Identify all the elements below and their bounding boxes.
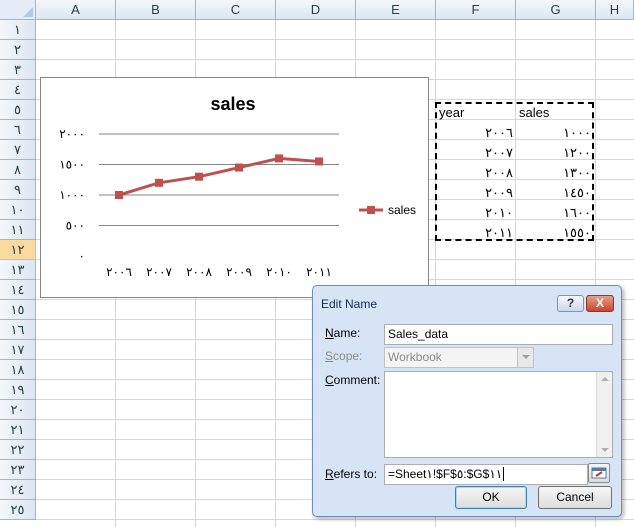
row-header-18[interactable]: ١٨ [0, 360, 36, 380]
collapse-dialog-icon [591, 467, 607, 479]
close-button[interactable]: X [586, 295, 614, 312]
spreadsheet: ABCDEFGH ١ ٢ ٣ ٤ ٥ ٦ ٧ ٨ ٩ ١٠ ١١ ١٢ ١٣ ١٤ ١٥ ١٦ ١٧ ١٨ ١٩ ٢٠… [0, 0, 634, 527]
scope-label-text: cope: [333, 349, 363, 363]
refers-to-input[interactable]: =Sheet١!$F$٥:$G$١١ [384, 464, 588, 485]
scroll-down-icon[interactable] [601, 448, 609, 452]
y-tick-label: ٢٠٠٠ [59, 127, 85, 141]
row-header-14[interactable]: ١٤ [0, 280, 36, 300]
comment-scrollbar[interactable] [596, 372, 612, 457]
x-tick-label: ٢٠١٠ [266, 265, 292, 279]
refers-to-label: Refers to: [325, 467, 377, 481]
row-gridline [36, 39, 634, 40]
data-point [275, 154, 283, 163]
comment-label-text: omment: [333, 373, 381, 387]
data-point [315, 157, 323, 166]
comment-textarea[interactable] [384, 371, 613, 458]
row-header-20[interactable]: ٢٠ [0, 400, 36, 420]
column-header-h[interactable]: H [596, 0, 634, 20]
column-header-b[interactable]: B [116, 0, 196, 20]
row-gridline [36, 59, 634, 60]
series-line [118, 156, 320, 197]
legend-label: sales [388, 203, 416, 217]
copy-marquee [435, 102, 594, 241]
name-label-key: N [325, 326, 334, 340]
y-tick-label: ٥٠٠ [66, 219, 85, 233]
row-header-9[interactable]: ٩ [0, 180, 36, 200]
scroll-up-icon[interactable] [601, 377, 609, 381]
data-point [115, 191, 123, 199]
refers-to-value: =Sheet١!$F$٥:$G$١١ [388, 467, 503, 481]
x-tick-label: ٢٠٠٩ [226, 265, 252, 279]
edit-name-dialog: Edit Name ? X Name: Sales_data Scope: Wo… [312, 285, 622, 517]
row-header-3[interactable]: ٣ [0, 60, 36, 80]
name-label: Name: [325, 326, 360, 340]
chevron-down-icon [517, 348, 533, 367]
refers-label-text: efers to: [333, 467, 378, 481]
comment-label-key: C [325, 373, 334, 387]
row-header-15[interactable]: ١٥ [0, 300, 36, 320]
row-header-19[interactable]: ١٩ [0, 380, 36, 400]
row-header-4[interactable]: ٤ [0, 80, 36, 100]
name-input-value: Sales_data [388, 327, 449, 341]
help-button[interactable]: ? [557, 295, 584, 312]
x-tick-label: ٢٠٠٧ [146, 265, 172, 279]
y-tick-label: ١٠٠٠ [59, 188, 85, 202]
column-header-e[interactable]: E [356, 0, 436, 20]
row-header-21[interactable]: ٢١ [0, 420, 36, 440]
cancel-button[interactable]: Cancel [538, 486, 612, 509]
column-header-c[interactable]: C [196, 0, 276, 20]
data-point [155, 178, 163, 187]
row-header-1[interactable]: ١ [0, 20, 36, 40]
chart-title: sales [210, 94, 255, 114]
data-point [195, 172, 203, 181]
row-header-22[interactable]: ٢٢ [0, 440, 36, 460]
data-point [235, 163, 243, 172]
row-header-10[interactable]: ١٠ [0, 200, 36, 220]
name-label-text: ame: [333, 326, 361, 340]
x-tick-label: ٢٠٠٦ [106, 265, 132, 279]
row-header-11[interactable]: ١١ [0, 220, 36, 240]
y-tick-label: ٠ [79, 249, 85, 263]
row-header-17[interactable]: ١٧ [0, 340, 36, 360]
line-chart: sales ٠ ٥٠٠ ١٠٠٠ ١٥٠٠ ٢٠٠٠ ٢٠٠٦ ٢٠٠٧ ٢٠٠٨ ٢٠٠٩ ٢٠١… [59, 94, 416, 279]
chart-area[interactable]: sales ٠ ٥٠٠ ١٠٠٠ ١٥٠٠ ٢٠٠٠ ٢٠٠٦ ٢٠٠٧ ٢٠٠٨ ٢٠٠٩ ٢٠١… [40, 77, 429, 298]
text-cursor [503, 467, 505, 481]
row-header-8[interactable]: ٨ [0, 160, 36, 180]
legend-marker [367, 206, 375, 214]
row-header-7[interactable]: ٧ [0, 140, 36, 160]
y-tick-label: ١٥٠٠ [59, 158, 85, 172]
scope-select: Workbook [384, 347, 534, 368]
collapse-dialog-button[interactable] [588, 463, 610, 483]
row-header-6[interactable]: ٦ [0, 120, 36, 140]
row-header-12[interactable]: ١٢ [0, 240, 36, 260]
row-header-13[interactable]: ١٣ [0, 260, 36, 280]
ok-button[interactable]: OK [455, 486, 527, 509]
column-header-d[interactable]: D [276, 0, 356, 20]
scope-label-key: S [325, 349, 334, 363]
name-input[interactable]: Sales_data [384, 324, 613, 345]
row-header-16[interactable]: ١٦ [0, 320, 36, 340]
dialog-title: Edit Name [321, 297, 378, 311]
column-header-f[interactable]: F [436, 0, 516, 20]
row-header-25[interactable]: ٢٥ [0, 500, 36, 520]
row-header-5[interactable]: ٥ [0, 100, 36, 120]
refers-label-key: R [325, 467, 334, 481]
scope-select-value: Workbook [388, 350, 442, 364]
column-header-a[interactable]: A [36, 0, 116, 20]
select-all-corner[interactable] [0, 0, 36, 20]
row-gridline [36, 519, 634, 520]
comment-label: Comment: [325, 373, 380, 387]
column-header-g[interactable]: G [516, 0, 596, 20]
row-header-23[interactable]: ٢٣ [0, 460, 36, 480]
x-tick-label: ٢٠١١ [306, 265, 332, 279]
row-header-24[interactable]: ٢٤ [0, 480, 36, 500]
scope-label: Scope: [325, 349, 362, 363]
x-tick-label: ٢٠٠٨ [186, 265, 212, 279]
row-header-2[interactable]: ٢ [0, 40, 36, 60]
